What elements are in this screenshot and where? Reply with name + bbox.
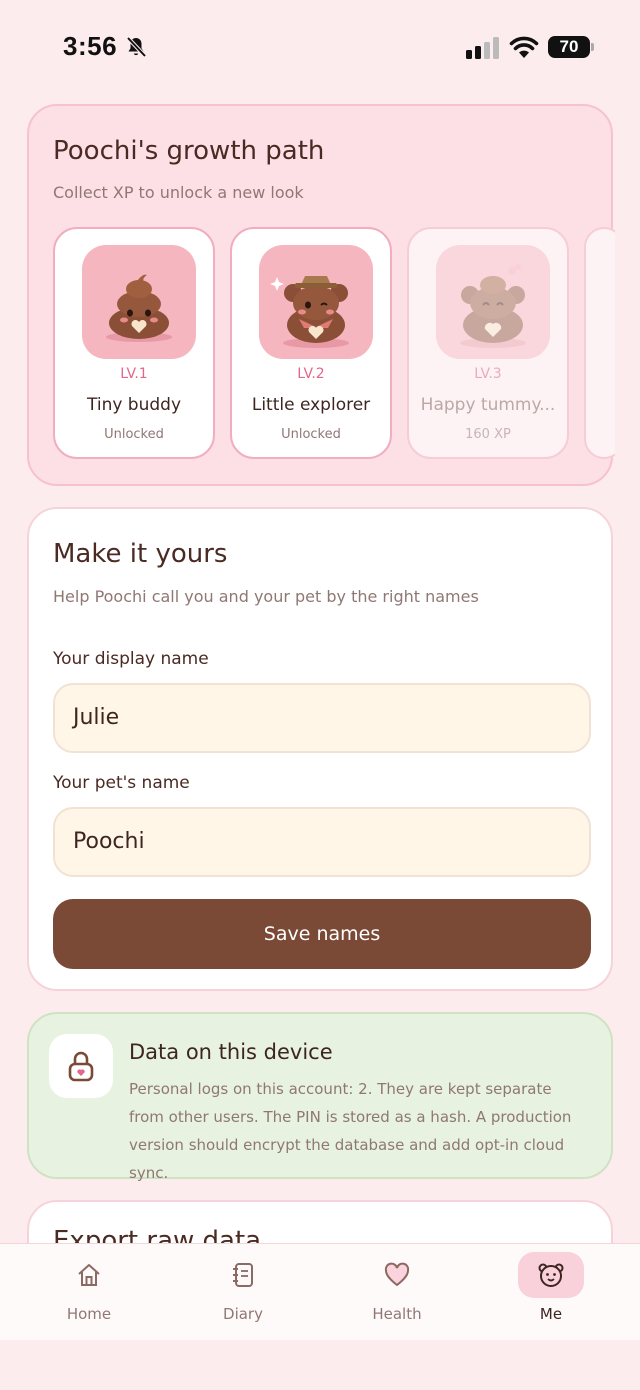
explorer-mascot-image [259, 245, 373, 359]
names-card: Make it yours Help Poochi call you and y… [27, 507, 613, 991]
names-title: Make it yours [53, 539, 228, 569]
tab-health[interactable]: Health [337, 1244, 457, 1341]
bell-slash-icon [126, 36, 147, 58]
level-status: 160 XP [465, 427, 511, 442]
level-status: Unlocked [104, 427, 164, 442]
level-card-2[interactable]: LV.2 Little explorer Unlocked [230, 227, 392, 459]
tab-label: Health [372, 1305, 422, 1323]
bottom-tab-bar: Home Diary Health Me [0, 1243, 640, 1340]
battery-tip [591, 43, 594, 51]
level-card-3[interactable]: LV.3 Happy tummy... 160 XP [407, 227, 569, 459]
poop-mascot-image [82, 245, 196, 359]
pet-name-label: Your pet's name [53, 773, 190, 793]
level-name: Tiny buddy [86, 395, 182, 415]
level-number: LV.2 [297, 366, 325, 382]
level-name: Little explorer [251, 395, 371, 415]
level-number: LV.1 [120, 366, 148, 382]
status-time: 3:56 [63, 31, 118, 61]
data-device-title: Data on this device [129, 1040, 333, 1064]
tab-home[interactable]: Home [29, 1244, 149, 1341]
home-icon [78, 1264, 100, 1286]
growth-path-card: Poochi's growth path Collect XP to unloc… [27, 104, 615, 486]
lock-icon [68, 1051, 94, 1082]
happy-mascot-image [436, 245, 550, 359]
tab-icon-wrap [56, 1252, 122, 1298]
home-indicator-area [0, 1340, 640, 1390]
pet-name-field[interactable]: Poochi [53, 807, 591, 877]
battery-icon: 70 [548, 36, 594, 58]
level-status: Unlocked [281, 427, 341, 442]
level-name: Happy tummy... [420, 395, 556, 415]
data-device-card: Data on this device Personal logs on thi… [27, 1012, 613, 1182]
tab-label: Diary [223, 1305, 263, 1323]
tab-icon-wrap [364, 1252, 430, 1298]
tab-label: Home [66, 1305, 112, 1323]
lock-icon-box [49, 1034, 113, 1098]
tab-label: Me [539, 1305, 563, 1323]
level-card-1[interactable]: LV.1 Tiny buddy Unlocked [53, 227, 215, 459]
level-carousel[interactable]: LV.1 Tiny buddy Unlocked LV.2 Little exp… [53, 227, 615, 461]
battery-level: 70 [548, 36, 590, 58]
data-device-body: Personal logs on this account: 2. They a… [129, 1080, 572, 1182]
heart-icon [384, 1262, 410, 1287]
wifi-icon [509, 36, 539, 58]
save-names-button[interactable]: Save names [53, 899, 591, 969]
tab-me[interactable]: Me [491, 1244, 611, 1341]
signal-icon [466, 37, 499, 59]
tab-icon-wrap [210, 1252, 276, 1298]
tab-diary[interactable]: Diary [183, 1244, 303, 1341]
growth-subtitle: Collect XP to unlock a new look [53, 183, 304, 202]
level-number: LV.3 [474, 366, 502, 382]
growth-title: Poochi's growth path [53, 136, 325, 166]
profile-screen: 3:56 70 Poochi's growth path Collect XP … [0, 0, 640, 1390]
display-name-label: Your display name [53, 649, 209, 669]
diary-icon [233, 1263, 253, 1287]
display-name-field[interactable]: Julie [53, 683, 591, 753]
tab-icon-wrap [518, 1252, 584, 1298]
bear-face-icon [538, 1263, 564, 1287]
names-subtitle: Help Poochi call you and your pet by the… [53, 587, 479, 606]
level-card-4[interactable] [584, 227, 615, 459]
status-bar: 3:56 70 [0, 0, 640, 96]
